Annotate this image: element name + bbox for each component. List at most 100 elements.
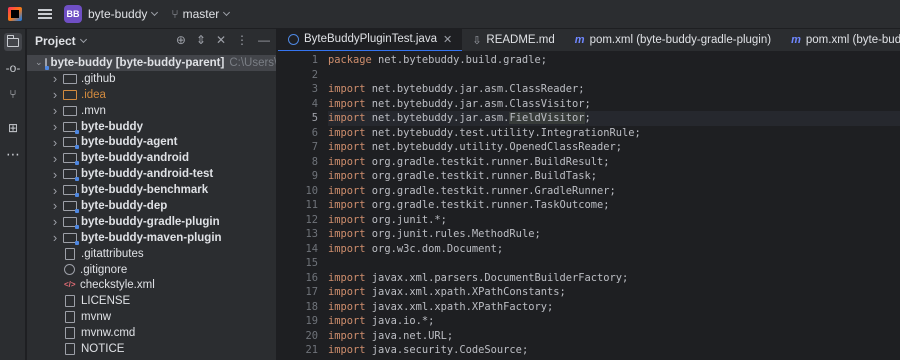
tree-item-label: byte-buddy-android-test — [81, 168, 214, 181]
code-line[interactable]: import org.gradle.testkit.runner.TaskOut… — [328, 198, 900, 213]
chevron-right-icon[interactable]: › — [49, 214, 61, 229]
tree-item-label: byte-buddy-android — [81, 152, 189, 165]
code-line[interactable]: import javax.xml.parsers.DocumentBuilder… — [328, 271, 900, 286]
code-line[interactable]: import net.bytebuddy.jar.asm.ClassReader… — [328, 82, 900, 97]
line-number: 14 — [305, 242, 318, 255]
tree-item[interactable]: › byte-buddy-android-test — [27, 166, 276, 182]
code-line[interactable]: import org.gradle.testkit.runner.BuildRe… — [328, 155, 900, 170]
code-line[interactable]: import java.io.*; — [328, 314, 900, 329]
tree-item[interactable]: › byte-buddy — [27, 119, 276, 135]
code-line[interactable]: import javax.xml.xpath.XPathFactory; — [328, 300, 900, 315]
editor-tab[interactable]: m pom.xml (byte-buddy-gradle-plugin) — [565, 29, 781, 51]
tree-item[interactable]: › byte-buddy-dep — [27, 198, 276, 214]
tree-item[interactable]: LICENSE — [27, 293, 276, 309]
vcs-branch-icon[interactable]: ⑂ — [171, 7, 178, 21]
tree-item[interactable]: › byte-buddy-gradle-plugin — [27, 214, 276, 230]
expand-all-icon[interactable]: ⇕ — [196, 33, 206, 47]
structure-tool-icon[interactable]: ⊞ — [4, 119, 22, 137]
tab-label: README.md — [486, 34, 555, 46]
code-line[interactable] — [328, 68, 900, 83]
tree-item[interactable]: </> checkstyle.xml — [27, 277, 276, 293]
code-text: org.gradle.testkit.runner.BuildResult; — [365, 155, 610, 168]
keyword: import — [328, 184, 366, 197]
tree-item[interactable]: ⌄ byte-buddy [byte-buddy-parent] C:\Users\… — [27, 55, 276, 71]
chevron-right-icon[interactable]: › — [49, 87, 61, 102]
locate-icon[interactable]: ⊕ — [176, 33, 186, 47]
code-line[interactable]: import org.gradle.testkit.runner.BuildTa… — [328, 169, 900, 184]
highlighted-identifier: FieldVisitor — [509, 112, 585, 124]
xml-file-icon: </> — [64, 280, 76, 290]
code-line[interactable]: import org.w3c.dom.Document; — [328, 242, 900, 257]
code-line[interactable]: import net.bytebuddy.jar.asm.ClassVisito… — [328, 97, 900, 112]
file-icon — [65, 327, 75, 340]
keyword: import — [328, 126, 366, 139]
chevron-right-icon[interactable]: › — [49, 183, 61, 198]
chevron-down-icon[interactable]: ⌄ — [35, 57, 43, 68]
project-name[interactable]: byte-buddy — [88, 7, 147, 21]
editor-tab[interactable]: ⇩ README.md — [462, 29, 565, 51]
code-line[interactable]: import java.security.CodeSource; — [328, 343, 900, 358]
module-folder-icon — [63, 216, 79, 229]
branch-name[interactable]: master — [183, 7, 220, 21]
main-menu-icon[interactable] — [38, 9, 52, 19]
tree-item[interactable]: › byte-buddy-agent — [27, 134, 276, 150]
tree-item[interactable]: mvnw — [27, 309, 276, 325]
options-icon[interactable]: ⋮ — [236, 33, 248, 47]
tree-item[interactable]: › .mvn — [27, 103, 276, 119]
code-line[interactable]: import org.gradle.testkit.runner.GradleR… — [328, 184, 900, 199]
code-line[interactable]: import org.junit.*; — [328, 213, 900, 228]
line-number: 16 — [305, 271, 318, 284]
tree-item[interactable]: › byte-buddy-benchmark — [27, 182, 276, 198]
chevron-down-icon[interactable] — [151, 8, 159, 16]
tree-item[interactable]: .gitignore — [27, 262, 276, 278]
hide-panel-icon[interactable]: — — [258, 33, 270, 47]
commit-tool-icon[interactable]: -o- — [4, 59, 22, 77]
pull-requests-icon[interactable]: ⑂ — [4, 85, 22, 103]
code-line[interactable]: package net.bytebuddy.build.gradle; — [328, 53, 900, 68]
code-line[interactable] — [328, 256, 900, 271]
code-line[interactable]: import net.bytebuddy.utility.OpenedClass… — [328, 140, 900, 155]
chevron-right-icon[interactable]: › — [49, 230, 61, 245]
tree-item[interactable]: .gitattributes — [27, 246, 276, 262]
more-tools-icon[interactable]: ⋯ — [4, 145, 22, 163]
collapse-all-icon[interactable]: ✕ — [216, 33, 226, 47]
code-editor[interactable]: 1 2 3 4 5 6 7 8 9 10 11 12 13 14 15 16 17 18 19 20 21 packag… — [278, 53, 900, 360]
code-line[interactable]: import java.net.URL; — [328, 329, 900, 344]
code-line[interactable]: import net.bytebuddy.jar.asm.FieldVisito… — [328, 111, 900, 126]
chevron-right-icon[interactable]: › — [49, 71, 61, 86]
project-badge[interactable]: BB — [64, 5, 82, 23]
chevron-right-icon[interactable]: › — [49, 135, 61, 150]
code-area[interactable]: package net.bytebuddy.build.gradle; impo… — [328, 53, 900, 358]
editor-tab[interactable]: ByteBuddyPluginTest.java ✕ — [278, 29, 463, 51]
file-icon — [65, 311, 75, 324]
chevron-right-icon[interactable]: › — [49, 198, 61, 213]
module-folder-icon — [63, 185, 79, 198]
code-line[interactable]: import net.bytebuddy.test.utility.Integr… — [328, 126, 900, 141]
code-line[interactable]: import org.junit.rules.MethodRule; — [328, 227, 900, 242]
chevron-right-icon[interactable]: › — [49, 119, 61, 134]
tree-item[interactable]: › .github — [27, 71, 276, 87]
project-panel-title[interactable]: Project — [35, 34, 76, 48]
close-tab-icon[interactable]: ✕ — [443, 33, 452, 46]
code-text: net.bytebuddy.jar.asm.ClassReader; — [365, 83, 585, 95]
tree-item[interactable]: › byte-buddy-android — [27, 150, 276, 166]
chevron-right-icon[interactable]: › — [49, 103, 61, 118]
module-folder-icon — [63, 121, 79, 134]
project-tool-icon[interactable] — [4, 33, 22, 51]
code-text: javax.xml.xpath.XPathConstants; — [365, 286, 566, 298]
chevron-right-icon[interactable]: › — [49, 151, 61, 166]
code-line[interactable]: import javax.xml.xpath.XPathConstants; — [328, 285, 900, 300]
code-text: org.gradle.testkit.runner.GradleRunner; — [365, 184, 616, 197]
tree-item[interactable]: › byte-buddy-maven-plugin — [27, 230, 276, 246]
code-text: net.bytebuddy.test.utility.IntegrationRu… — [365, 126, 641, 139]
chevron-right-icon[interactable]: › — [49, 167, 61, 182]
chevron-down-icon[interactable] — [79, 35, 87, 43]
tree-item[interactable]: NOTICE — [27, 341, 276, 357]
chevron-down-icon[interactable] — [223, 8, 231, 16]
editor-tab[interactable]: m pom.xml (byte-buddy-dep) — [781, 29, 900, 51]
tab-label: pom.xml (byte-buddy-dep) — [805, 34, 900, 46]
tree-item[interactable]: › .idea — [27, 87, 276, 103]
line-number: 7 — [311, 141, 318, 153]
keyword: import — [328, 315, 366, 327]
tree-item[interactable]: mvnw.cmd — [27, 325, 276, 341]
